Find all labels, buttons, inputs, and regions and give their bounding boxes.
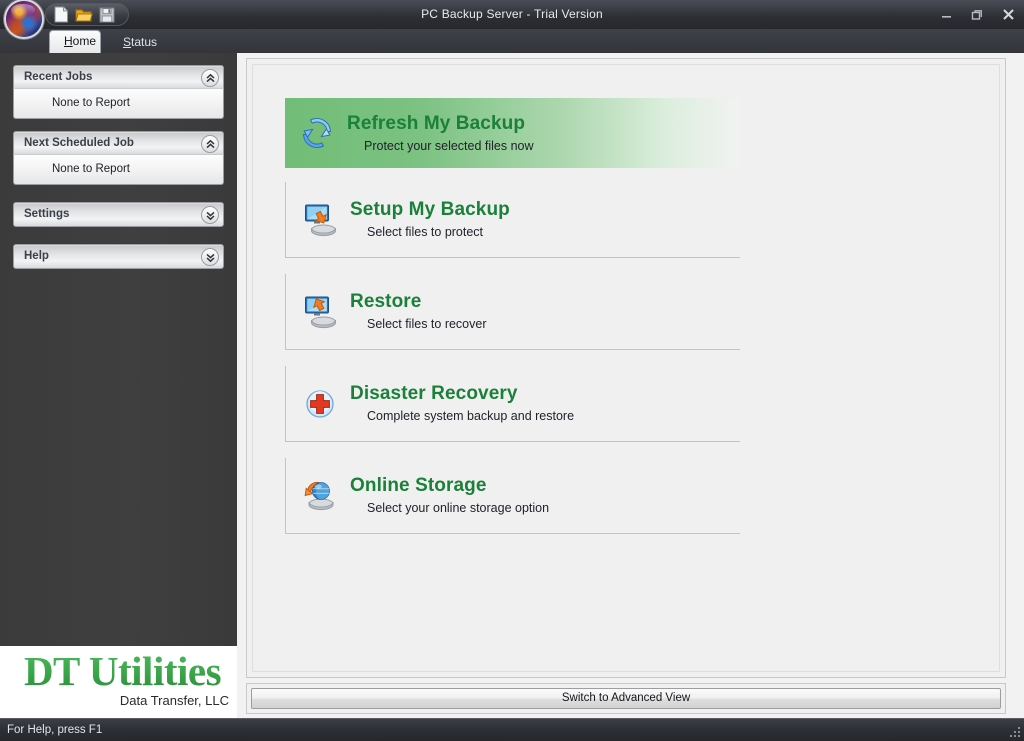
tab-home-label: ome: [72, 34, 97, 48]
restore-button[interactable]: [967, 6, 987, 24]
action-restore-subtitle: Select files to recover: [367, 317, 487, 331]
refresh-arrows-icon: [299, 113, 335, 153]
sidebar-panel-next-scheduled-job-header[interactable]: Next Scheduled Job: [13, 131, 224, 154]
next-scheduled-job-status: None to Report: [52, 163, 130, 175]
tab-home[interactable]: Home: [49, 30, 101, 53]
tab-status-label: tatus: [131, 35, 158, 49]
sidebar-panel-help: Help: [13, 244, 224, 269]
action-disaster-recovery-subtitle: Complete system backup and restore: [367, 409, 575, 423]
double-chevron-down-icon[interactable]: [201, 206, 219, 224]
action-disaster-recovery[interactable]: Disaster Recovery Complete system backup…: [285, 366, 740, 442]
main-panel-inner: Refresh My Backup Protect your selected …: [252, 64, 1000, 672]
action-disaster-recovery-texts: Disaster Recovery Complete system backup…: [350, 383, 574, 424]
action-refresh-my-backup[interactable]: Refresh My Backup Protect your selected …: [285, 98, 740, 168]
main-panel: Refresh My Backup Protect your selected …: [246, 58, 1006, 678]
action-restore[interactable]: Restore Select files to recover: [285, 274, 740, 350]
action-refresh-my-backup-title: Refresh My Backup: [347, 112, 526, 134]
action-online-storage-texts: Online Storage Select your online storag…: [350, 475, 549, 516]
status-bar-text: For Help, press F1: [7, 724, 103, 736]
switch-to-advanced-view-button[interactable]: Switch to Advanced View: [251, 688, 1001, 709]
action-disaster-recovery-title: Disaster Recovery: [350, 383, 518, 404]
sidebar-panel-recent-jobs-body: None to Report: [13, 88, 224, 119]
action-online-storage-title: Online Storage: [350, 475, 487, 496]
main-content: Refresh My Backup Protect your selected …: [237, 53, 1024, 718]
drive-to-monitor-icon: [302, 292, 338, 332]
action-menu: Refresh My Backup Protect your selected …: [285, 98, 740, 534]
sidebar-panel-recent-jobs-header[interactable]: Recent Jobs: [13, 65, 224, 88]
action-online-storage-subtitle: Select your online storage option: [367, 501, 550, 515]
save-icon[interactable]: [97, 6, 117, 24]
double-chevron-down-icon[interactable]: [201, 248, 219, 266]
advanced-view-bar: Switch to Advanced View: [246, 683, 1006, 714]
application-window: PC Backup Server - Trial Version Home St…: [0, 0, 1024, 741]
double-chevron-up-icon[interactable]: [201, 135, 219, 153]
close-button[interactable]: [998, 6, 1018, 24]
sidebar-panel-help-title: Help: [24, 250, 49, 262]
action-restore-title: Restore: [350, 291, 422, 312]
application-logo-icon[interactable]: [6, 1, 42, 37]
action-setup-my-backup[interactable]: Setup My Backup Select files to protect: [285, 182, 740, 258]
tab-status-accel: S: [123, 35, 132, 49]
open-folder-icon[interactable]: [74, 6, 94, 24]
sidebar: Recent Jobs None to Report Next Schedule…: [0, 53, 237, 718]
title-bar: PC Backup Server - Trial Version: [0, 0, 1024, 29]
brand-logo: DT Utilities Data Transfer, LLC: [0, 646, 237, 718]
tab-strip: Home Status Helpˇ: [0, 29, 1024, 77]
action-refresh-my-backup-texts: Refresh My Backup Protect your selected …: [347, 113, 534, 154]
recent-jobs-status: None to Report: [52, 97, 130, 109]
sidebar-panel-help-header[interactable]: Help: [13, 244, 224, 269]
brand-name: DT Utilities: [8, 648, 237, 694]
sidebar-panel-recent-jobs: Recent Jobs None to Report: [13, 65, 224, 119]
action-setup-my-backup-subtitle: Select files to protect: [367, 225, 484, 239]
action-setup-my-backup-title: Setup My Backup: [350, 199, 510, 220]
globe-drive-icon: [302, 476, 338, 516]
sidebar-panel-settings-title: Settings: [24, 208, 70, 220]
action-online-storage[interactable]: Online Storage Select your online storag…: [285, 458, 740, 534]
resize-grip-icon[interactable]: [1008, 725, 1022, 739]
action-setup-my-backup-texts: Setup My Backup Select files to protect: [350, 199, 510, 240]
sidebar-panel-next-scheduled-job: Next Scheduled Job None to Report: [13, 131, 224, 185]
status-bar: For Help, press F1: [0, 718, 1024, 741]
sidebar-panel-next-scheduled-job-title: Next Scheduled Job: [24, 137, 134, 149]
minimize-button[interactable]: [936, 6, 956, 24]
tab-home-accel: H: [64, 34, 73, 48]
action-refresh-my-backup-subtitle: Protect your selected files now: [364, 138, 534, 153]
sidebar-panel-recent-jobs-title: Recent Jobs: [24, 71, 93, 83]
new-document-icon[interactable]: [51, 6, 71, 24]
sidebar-panel-next-scheduled-job-body: None to Report: [13, 154, 224, 185]
double-chevron-up-icon[interactable]: [201, 69, 219, 87]
red-cross-icon: [302, 384, 338, 424]
action-restore-texts: Restore Select files to recover: [350, 291, 487, 332]
sidebar-panel-settings: Settings: [13, 202, 224, 227]
window-controls: [936, 0, 1018, 29]
sidebar-panel-settings-header[interactable]: Settings: [13, 202, 224, 227]
tab-status[interactable]: Status: [109, 31, 171, 53]
window-title: PC Backup Server - Trial Version: [421, 7, 603, 21]
brand-tagline: Data Transfer, LLC: [119, 693, 229, 708]
toolbar: [45, 3, 129, 26]
monitor-to-drive-icon: [302, 200, 338, 240]
